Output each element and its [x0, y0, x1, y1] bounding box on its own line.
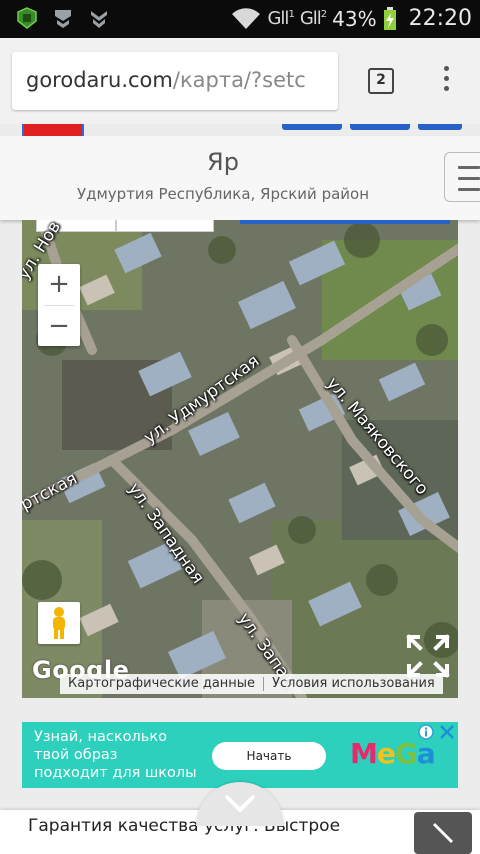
zoom-in-button[interactable]: +	[38, 264, 80, 305]
wifi-icon	[232, 7, 261, 29]
nav-fragment	[418, 124, 462, 130]
battery-charging-icon	[383, 6, 396, 30]
ad-close-icon[interactable]	[438, 723, 456, 741]
download-chevron-icon	[55, 10, 71, 28]
ad-banner[interactable]: Узнай, насколько твой образ подходит для…	[22, 722, 458, 788]
url-text: gorodaru.com/карта/?setc	[26, 68, 306, 92]
chevrons-icon	[91, 11, 107, 28]
ad-text: Узнай, насколько твой образ подходит для…	[34, 729, 197, 781]
shield-app-icon	[17, 7, 37, 29]
location-header: Яр Удмуртия Республика, Ярский район	[0, 136, 480, 220]
street-view-pegman[interactable]	[38, 602, 80, 644]
browser-toolbar: gorodaru.com/карта/?setc 2	[0, 38, 480, 124]
promo-text: Гарантия качества услуг. Быстрое	[28, 816, 341, 836]
arrow-icon	[432, 822, 454, 844]
map-type-tab[interactable]	[116, 220, 214, 232]
zoom-control: + −	[38, 264, 80, 346]
ad-brand-logo: MeGa	[350, 737, 436, 770]
web-page: Яр Удмуртия Республика, Ярский район + −…	[0, 124, 480, 854]
hamburger-menu-button[interactable]	[444, 152, 480, 202]
status-bar: Gll1 Gll2 43% 22:20	[0, 0, 480, 38]
signal-indicator-1: Gll1	[267, 8, 294, 29]
terms-link[interactable]: Условия использования	[264, 674, 443, 694]
address-bar[interactable]: gorodaru.com/карта/?setc	[12, 52, 338, 110]
zoom-out-button[interactable]: −	[38, 306, 80, 347]
promo-open-button[interactable]	[414, 812, 472, 854]
signal-indicator-2: Gll2	[299, 8, 327, 29]
nav-fragment	[282, 124, 342, 130]
ad-info-icon[interactable]	[418, 724, 434, 740]
battery-percent: 43%	[332, 6, 377, 31]
satellite-map[interactable]: + − ул. Нов ул. Удмуртская ул. Маяковско…	[22, 220, 458, 698]
browser-menu-icon[interactable]	[436, 66, 456, 96]
status-indicators: Gll1 Gll2 43% 22:20	[231, 6, 472, 31]
nav-fragment	[350, 124, 410, 130]
collapse-ad-tab[interactable]	[196, 782, 284, 826]
map-header-fragment	[240, 220, 450, 224]
tab-switcher-button[interactable]: 2	[368, 68, 394, 94]
fullscreen-icon[interactable]	[406, 634, 450, 678]
map-data-link[interactable]: Картографические данные	[60, 674, 263, 694]
page-title: Яр	[207, 148, 239, 176]
pegman-icon	[53, 607, 65, 639]
notification-icons	[16, 7, 110, 29]
page-subtitle: Удмуртия Республика, Ярский район	[76, 185, 370, 203]
map-attribution: Картографические данные Условия использо…	[60, 674, 443, 694]
chevron-down-icon	[224, 794, 256, 813]
clock: 22:20	[408, 6, 472, 31]
ad-start-button[interactable]: Начать	[212, 742, 326, 770]
